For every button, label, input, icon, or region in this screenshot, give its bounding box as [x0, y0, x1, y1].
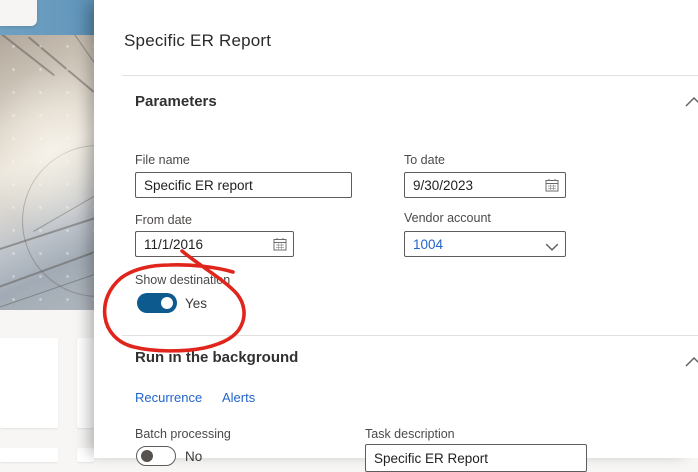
to-date-input[interactable]	[404, 172, 566, 198]
batch-processing-label: Batch processing	[135, 427, 231, 441]
er-report-dialog: Specific ER Report Parameters File name …	[94, 0, 698, 472]
calendar-icon[interactable]	[545, 178, 559, 192]
file-name-label: File name	[135, 153, 190, 167]
to-date-label: To date	[404, 153, 446, 167]
alerts-link[interactable]: Alerts	[222, 390, 255, 405]
show-destination-state: Yes	[185, 296, 208, 311]
from-date-label: From date	[135, 213, 192, 227]
workspace-tile	[77, 338, 94, 428]
calendar-icon[interactable]	[273, 237, 287, 251]
section-divider	[122, 75, 698, 76]
recurrence-link[interactable]: Recurrence	[135, 390, 202, 405]
vendor-account-label: Vendor account	[404, 211, 491, 225]
vendor-account-value: 1004	[413, 236, 444, 252]
background-flyout-fragment	[0, 0, 37, 26]
page-title: Specific ER Report	[124, 31, 272, 50]
show-destination-toggle[interactable]	[137, 293, 177, 313]
from-date-input[interactable]	[135, 231, 294, 257]
batch-processing-toggle[interactable]	[136, 446, 176, 466]
chevron-down-icon[interactable]	[545, 240, 559, 254]
batch-processing-state: No	[185, 449, 203, 464]
task-description-input[interactable]	[365, 444, 587, 472]
workspace-tile	[0, 338, 58, 428]
parameters-section-heading: Parameters	[135, 93, 217, 110]
photo-highlight	[0, 35, 94, 310]
section-divider	[122, 335, 698, 336]
file-name-input[interactable]	[135, 172, 352, 198]
show-destination-label: Show destination	[135, 273, 231, 287]
toggle-knob	[161, 297, 173, 309]
workspace-tile	[0, 448, 58, 462]
workspace-tile	[77, 448, 94, 462]
airplane-photo	[0, 35, 94, 310]
task-description-label: Task description	[365, 427, 455, 441]
background-workspace	[0, 0, 94, 462]
run-in-background-section-heading: Run in the background	[135, 349, 299, 366]
collapse-background-icon[interactable]	[684, 356, 698, 368]
toggle-knob	[141, 450, 153, 462]
collapse-parameters-icon[interactable]	[684, 96, 698, 108]
vendor-account-combobox[interactable]: 1004	[404, 231, 566, 257]
